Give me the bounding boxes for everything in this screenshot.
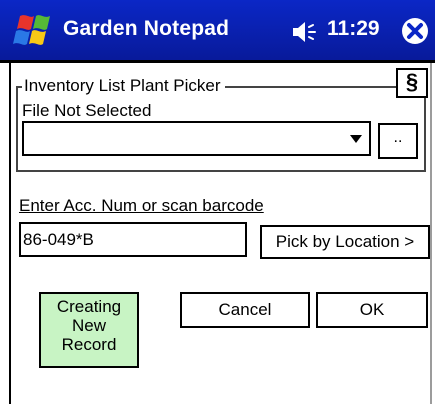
- app-title: Garden Notepad: [63, 17, 230, 40]
- pick-by-location-button[interactable]: Pick by Location >: [260, 225, 430, 259]
- title-bar: Garden Notepad 11:29: [0, 0, 435, 63]
- status-line-2: New: [71, 316, 106, 335]
- chevron-down-icon[interactable]: [349, 129, 363, 149]
- status-badge: Creating New Record: [39, 292, 139, 368]
- accession-label: Enter Acc. Num or scan barcode: [19, 196, 264, 215]
- ok-button[interactable]: OK: [316, 292, 428, 328]
- clock[interactable]: 11:29: [327, 17, 380, 41]
- windows-flag-icon[interactable]: [12, 10, 54, 50]
- accession-input[interactable]: 86-049*B: [19, 222, 247, 257]
- speaker-icon[interactable]: [291, 20, 321, 44]
- left-border: [9, 63, 11, 404]
- status-line-1: Creating: [56, 297, 122, 316]
- browse-button[interactable]: ..: [378, 123, 418, 159]
- file-status-label: File Not Selected: [22, 101, 152, 120]
- section-button[interactable]: §: [396, 68, 428, 98]
- file-dropdown[interactable]: [22, 121, 371, 156]
- status-line-3: Record: [61, 335, 117, 354]
- app-window: Garden Notepad 11:29 Inventory List Plan…: [0, 0, 435, 404]
- right-border: [430, 63, 432, 404]
- close-icon[interactable]: [400, 16, 430, 46]
- cancel-button[interactable]: Cancel: [180, 292, 310, 328]
- plant-picker-title: Inventory List Plant Picker: [22, 76, 225, 96]
